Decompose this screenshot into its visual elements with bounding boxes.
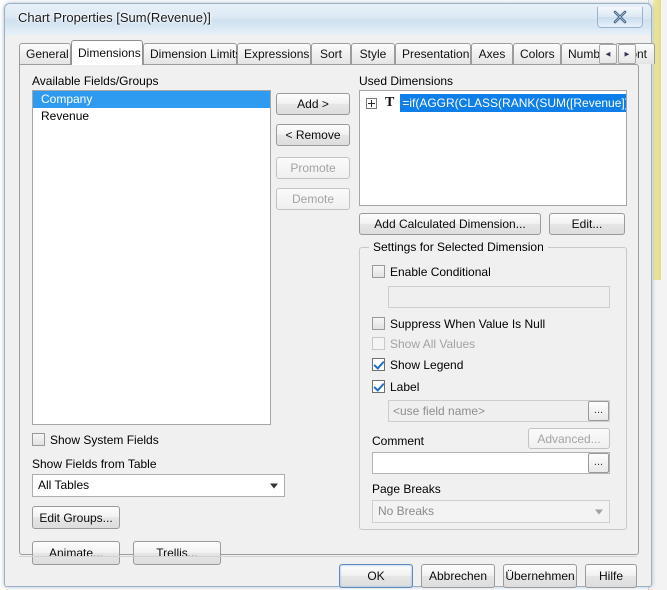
show-system-fields-label: Show System Fields [50, 433, 159, 447]
title-bar: Chart Properties [Sum(Revenue)] [5, 4, 651, 36]
tab-presentation[interactable]: Presentation [395, 43, 471, 64]
show-legend-label: Show Legend [390, 358, 464, 372]
checkbox-box [372, 358, 385, 371]
settings-group: Settings for Selected Dimension Enable C… [359, 240, 627, 530]
promote-button: Promote [276, 157, 350, 179]
ok-button[interactable]: OK [339, 564, 413, 588]
suppress-when-null-checkbox[interactable]: Suppress When Value Is Null [372, 317, 545, 331]
tab-expressions[interactable]: Expressions [237, 43, 311, 64]
page-breaks-label: Page Breaks [372, 482, 441, 496]
tab-axes[interactable]: Axes [471, 43, 513, 64]
dialog-client-area: General Dimensions Dimension Limits Expr… [5, 35, 655, 588]
show-system-fields-checkbox[interactable]: Show System Fields [32, 433, 159, 447]
close-icon [613, 10, 627, 24]
chevron-down-icon [270, 483, 278, 488]
page-breaks-value: No Breaks [378, 504, 435, 518]
tab-scroll-prev-icon[interactable]: ◄ [599, 44, 617, 64]
tab-style[interactable]: Style [351, 43, 395, 64]
comment-input[interactable] [372, 452, 610, 474]
tab-dimension-limits[interactable]: Dimension Limits [143, 43, 241, 64]
comment-browse-button[interactable]: ... [588, 453, 609, 473]
label-checkbox-label: Label [390, 380, 420, 394]
cancel-button[interactable]: Abbrechen [421, 564, 495, 588]
used-dimension-row[interactable]: T =if(AGGR(CLASS(RANK(SUM([Revenue]))-1 … [360, 94, 626, 112]
expand-icon[interactable] [366, 97, 377, 109]
conditional-expression-input[interactable] [388, 286, 610, 308]
help-button[interactable]: Hilfe [585, 564, 637, 588]
settings-group-title: Settings for Selected Dimension [369, 240, 548, 254]
add-button[interactable]: Add > [276, 93, 350, 115]
window-title: Chart Properties [Sum(Revenue)] [18, 10, 211, 25]
show-fields-from-table-label: Show Fields from Table [32, 457, 157, 471]
dimension-expression[interactable]: =if(AGGR(CLASS(RANK(SUM([Revenue]))-1 ,1 [400, 94, 626, 112]
tab-scroll-buttons: ◄ ► [599, 44, 637, 64]
tab-general[interactable]: General [19, 43, 71, 64]
suppress-when-null-label: Suppress When Value Is Null [390, 317, 546, 331]
label-field-browse-button[interactable]: ... [588, 401, 609, 421]
background-strip-yellow [653, 0, 661, 280]
list-item[interactable]: Company [33, 91, 270, 108]
remove-button[interactable]: < Remove [276, 124, 350, 146]
chevron-left-icon: ◄ [604, 49, 612, 59]
tab-scroll-next-icon[interactable]: ► [618, 44, 636, 64]
close-button[interactable] [597, 7, 643, 28]
show-fields-from-table-select[interactable]: All Tables [32, 474, 285, 497]
text-type-icon: T [385, 95, 395, 110]
show-legend-checkbox[interactable]: Show Legend [372, 358, 463, 372]
apply-button[interactable]: Übernehmen [503, 564, 577, 588]
tab-sort[interactable]: Sort [311, 43, 351, 64]
show-fields-from-table-value: All Tables [38, 478, 90, 492]
checkbox-box [32, 433, 45, 446]
dimensions-tab-page: Available Fields/Groups Company Revenue … [19, 64, 639, 565]
comment-label: Comment [372, 434, 425, 448]
label-field-input[interactable]: <use field name> [388, 400, 610, 422]
show-all-values-label: Show All Values [390, 337, 476, 351]
demote-button: Demote [276, 188, 350, 210]
add-calculated-dimension-button[interactable]: Add Calculated Dimension... [359, 213, 541, 235]
checkbox-box [372, 337, 385, 350]
chevron-down-icon [595, 509, 603, 514]
enable-conditional-checkbox[interactable]: Enable Conditional [372, 265, 491, 279]
label-checkbox[interactable]: Label [372, 380, 419, 394]
chevron-right-icon: ► [623, 49, 631, 59]
tab-dimensions[interactable]: Dimensions [71, 40, 143, 65]
enable-conditional-label: Enable Conditional [390, 265, 491, 279]
checkbox-box [372, 317, 385, 330]
footer-divider [19, 556, 637, 557]
edit-groups-button[interactable]: Edit Groups... [32, 506, 120, 529]
used-dimensions-label: Used Dimensions [359, 74, 454, 88]
page-breaks-select[interactable]: No Breaks [372, 500, 610, 523]
chart-properties-dialog: Chart Properties [Sum(Revenue)] General … [4, 3, 655, 588]
tab-colors[interactable]: Colors [513, 43, 561, 64]
animate-button[interactable]: Animate... [32, 541, 120, 565]
tab-strip: General Dimensions Dimension Limits Expr… [19, 40, 655, 65]
list-item[interactable]: Revenue [33, 108, 270, 125]
edit-dimension-button[interactable]: Edit... [549, 213, 625, 235]
used-dimensions-list[interactable]: T =if(AGGR(CLASS(RANK(SUM([Revenue]))-1 … [359, 90, 627, 206]
checkbox-box [372, 265, 385, 278]
available-fields-label: Available Fields/Groups [32, 74, 159, 88]
trellis-button[interactable]: Trellis... [133, 541, 221, 565]
show-all-values-checkbox: Show All Values [372, 337, 475, 351]
available-fields-list[interactable]: Company Revenue [32, 90, 271, 425]
advanced-button: Advanced... [528, 428, 610, 449]
checkbox-box [372, 380, 385, 393]
